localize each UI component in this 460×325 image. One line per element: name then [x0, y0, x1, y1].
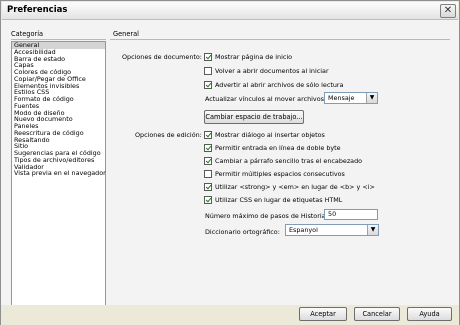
update-links-select[interactable]: Mensaje ▼ [324, 92, 378, 104]
general-header: General [113, 30, 139, 38]
dialog-title: Preferencias [7, 5, 68, 15]
chevron-down-icon[interactable]: ▼ [367, 225, 378, 235]
ok-button[interactable]: Aceptar [299, 307, 347, 321]
checkbox-label: Permitir entrada en línea de doble byte [215, 143, 341, 152]
checkbox-box[interactable] [204, 130, 212, 139]
checkbox-box[interactable] [204, 143, 212, 152]
checkbox-box[interactable] [204, 80, 212, 89]
checkbox-label: Mostrar diálogo al insertar objetos [215, 130, 325, 139]
divider [11, 39, 106, 40]
divider [110, 39, 450, 40]
history-steps-input[interactable]: 50 [324, 209, 378, 220]
spell-dict-value: Espanyol [289, 226, 318, 234]
chevron-down-icon[interactable]: ▼ [366, 93, 377, 103]
checkbox-warn-readonly[interactable]: Advertir al abrir archivos de sólo lectu… [204, 80, 343, 89]
doc-options-label: Opciones de documento: [122, 53, 202, 61]
checkbox-box[interactable] [204, 156, 212, 165]
checkbox-box[interactable] [204, 182, 212, 191]
checkbox-box[interactable] [204, 66, 212, 75]
checkbox-label: Utilizar CSS en lugar de etiquetas HTML [215, 195, 343, 204]
checkbox-multiple-spaces[interactable]: Permitir múltiples espacios consecutivos [204, 169, 345, 178]
checkbox-show-insert-dialog[interactable]: Mostrar diálogo al insertar objetos [204, 130, 325, 139]
checkbox-label: Volver a abrir documentos al iniciar [215, 66, 329, 75]
help-button[interactable]: Ayuda [407, 307, 452, 321]
checkbox-label: Utilizar <strong> y <em> en lugar de <b>… [215, 182, 375, 191]
category-item[interactable]: Vista previa en el navegador [12, 170, 106, 177]
checkbox-box[interactable] [204, 195, 212, 204]
edit-options-label: Opciones de edición: [135, 131, 202, 139]
spell-dict-label: Diccionario ortográfico: [205, 228, 280, 236]
checkbox-double-byte[interactable]: Permitir entrada en línea de doble byte [204, 143, 341, 152]
checkbox-label: Advertir al abrir archivos de sólo lectu… [215, 80, 344, 89]
history-steps-label: Número máximo de pasos de Historial: [205, 212, 330, 220]
checkbox-label: Mostrar página de inicio [215, 52, 293, 61]
checkbox-show-start-page[interactable]: Mostrar página de inicio [204, 52, 292, 61]
update-links-label: Actualizar vínculos al mover archivos: [205, 95, 327, 103]
cancel-button[interactable]: Cancelar [354, 307, 400, 321]
checkbox-use-css[interactable]: Utilizar CSS en lugar de etiquetas HTML [204, 195, 342, 204]
change-workspace-button[interactable]: Cambiar espacio de trabajo... [204, 110, 304, 124]
checkbox-reopen-docs[interactable]: Volver a abrir documentos al iniciar [204, 66, 329, 75]
checkbox-box[interactable] [204, 52, 212, 61]
checkbox-label: Cambiar a párrafo sencillo tras el encab… [215, 156, 363, 165]
title-bar: Preferencias ✕ [2, 2, 458, 20]
checkbox-strong-em[interactable]: Utilizar <strong> y <em> en lugar de <b>… [204, 182, 375, 191]
category-header: Categoría [11, 30, 44, 38]
category-list[interactable]: General Accesibilidad Barra de estado Capas… [11, 41, 106, 318]
dialog-footer: Aceptar Cancelar Ayuda [1, 305, 459, 325]
checkbox-box[interactable] [204, 169, 212, 178]
dialog-content: Categoría General General Accesibilidad Ba… [1, 20, 459, 318]
checkbox-label: Permitir múltiples espacios consecutivos [215, 169, 345, 178]
close-icon[interactable]: ✕ [440, 4, 456, 18]
checkbox-plain-paragraph[interactable]: Cambiar a párrafo sencillo tras el encab… [204, 156, 362, 165]
update-links-value: Mensaje [328, 94, 355, 102]
preferences-dialog: Preferencias ✕ Categoría General General… [0, 0, 460, 325]
spell-dict-select[interactable]: Espanyol ▼ [285, 224, 379, 236]
